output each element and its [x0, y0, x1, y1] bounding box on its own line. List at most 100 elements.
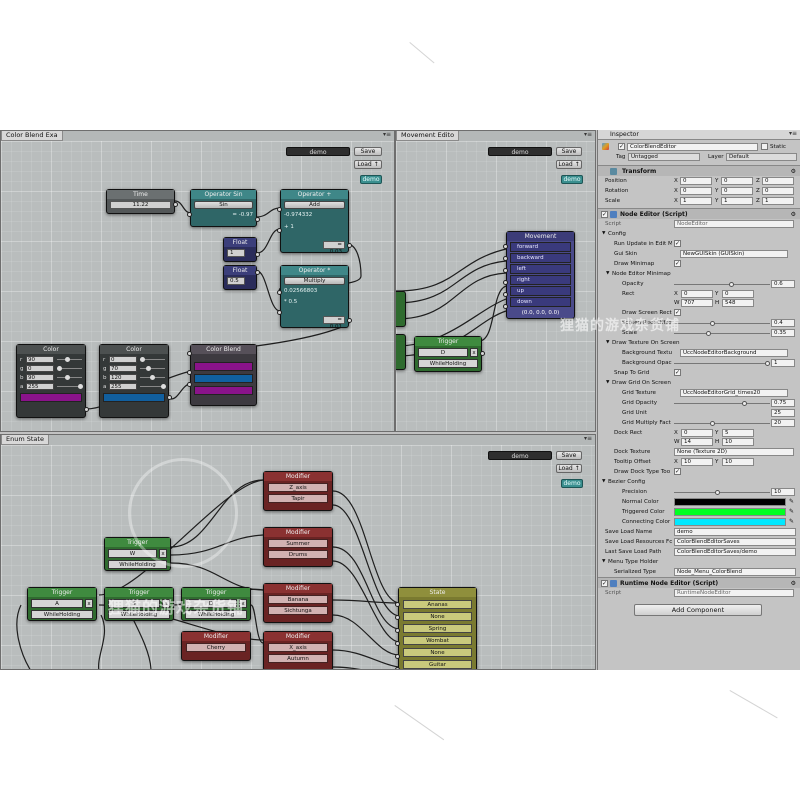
modifier-node-1[interactable]: Modifier Z_axis Tapir — [263, 471, 333, 511]
g-field[interactable]: 0 — [26, 365, 54, 372]
key-field[interactable]: D — [418, 348, 468, 357]
modifier-option[interactable]: Banana — [268, 595, 328, 604]
b-field[interactable]: 90 — [26, 374, 54, 381]
transform-y-field[interactable]: 0 — [721, 187, 753, 195]
input-port[interactable] — [503, 304, 508, 309]
eyedropper-icon[interactable]: ✎ — [789, 507, 794, 517]
slider-thumb[interactable] — [714, 490, 720, 495]
save-name-field[interactable]: demo — [488, 147, 552, 156]
output-port[interactable] — [347, 243, 352, 248]
slider-thumb[interactable] — [705, 331, 711, 336]
a-field[interactable]: 255 — [109, 383, 137, 390]
b-field[interactable]: 120 — [109, 374, 137, 381]
tag-dropdown[interactable]: Untagged — [628, 153, 700, 161]
state-option[interactable]: Guitar — [403, 660, 472, 669]
mode-dropdown[interactable]: WhileHolding — [31, 610, 93, 619]
rect-tooltip_y-field[interactable]: 10 — [722, 458, 754, 466]
save-button[interactable]: Save — [556, 451, 582, 460]
time-value[interactable]: 11.22 — [110, 201, 171, 209]
input-port[interactable] — [395, 641, 400, 646]
output-port[interactable] — [255, 217, 260, 222]
input-port[interactable] — [395, 667, 400, 669]
movement-tab[interactable]: Movement Edito — [396, 131, 460, 141]
g-slider[interactable] — [57, 366, 82, 371]
color-node-2[interactable]: Color r0 g 70 b 120 a 255 — [99, 344, 172, 418]
output-port[interactable] — [167, 395, 172, 400]
g-slider[interactable] — [140, 366, 165, 371]
demo-button[interactable]: demo — [561, 479, 583, 488]
rect-dock_w-field[interactable]: 14 — [681, 438, 713, 446]
trigger-node-clipped-2[interactable] — [396, 334, 406, 370]
input-port[interactable] — [503, 244, 508, 249]
eyedropper-icon[interactable]: ✎ — [789, 517, 794, 527]
transform-x-field[interactable]: 1 — [680, 197, 712, 205]
slider-thumb[interactable] — [728, 282, 734, 287]
trigger-node-clipped-1[interactable] — [396, 291, 406, 327]
output-port[interactable] — [480, 351, 485, 356]
layer-dropdown[interactable]: Default — [726, 153, 797, 161]
movement-input-row[interactable]: right — [510, 275, 571, 285]
trigger-node-a[interactable]: Trigger A x WhileHolding — [27, 587, 97, 621]
eyedropper-icon[interactable]: ✎ — [789, 497, 794, 507]
demo-button[interactable]: demo — [561, 175, 583, 184]
movement-input-row[interactable]: up — [510, 286, 571, 296]
operator-sin-node[interactable]: Operator Sin Sin = -0.97 — [187, 189, 260, 227]
window-menu-icon[interactable]: ▾≡ — [584, 131, 592, 139]
modifier-node-4[interactable]: Modifier Cherry — [181, 631, 251, 661]
r-slider[interactable] — [140, 357, 165, 362]
rect-dock_h-field[interactable]: 10 — [722, 438, 754, 446]
foldout-label[interactable]: Draw Texture On Screen — [612, 338, 680, 348]
save-button[interactable]: Save — [556, 147, 582, 156]
state-option[interactable]: None — [403, 648, 472, 657]
rect-dock_y-field[interactable]: 5 — [722, 429, 754, 437]
value-field[interactable]: demo — [674, 528, 796, 536]
transform-z-field[interactable]: 0 — [762, 177, 794, 185]
output-port[interactable] — [255, 252, 260, 257]
state-option[interactable]: Spring — [403, 624, 472, 633]
modifier-option[interactable]: Tapir — [268, 494, 328, 503]
value-field[interactable]: 1 — [771, 359, 795, 367]
input-port[interactable] — [395, 654, 400, 659]
a-field[interactable]: 255 — [26, 383, 54, 390]
function-button[interactable]: Sin — [194, 201, 253, 209]
add-component-button[interactable]: Add Component — [634, 604, 762, 616]
slider-thumb[interactable] — [742, 401, 748, 406]
a-slider[interactable] — [57, 384, 83, 389]
modifier-option[interactable]: Autumn — [268, 654, 328, 663]
value-field[interactable]: NewGUISkin (GUISkin) — [680, 250, 788, 258]
modifier-option[interactable]: Summer — [268, 539, 328, 548]
value-slider[interactable] — [674, 490, 770, 495]
input-port[interactable] — [187, 212, 192, 217]
foldout-arrow-icon[interactable]: ▼ — [602, 229, 605, 239]
output-port[interactable] — [84, 407, 89, 412]
foldout-arrow-icon[interactable]: ▼ — [606, 269, 609, 279]
value-slider[interactable] — [674, 401, 770, 406]
output-port[interactable] — [255, 270, 260, 275]
runtime-enabled[interactable]: ✓ — [601, 580, 608, 587]
state-option[interactable]: Ananas — [403, 600, 472, 609]
value-field[interactable]: 10 — [771, 488, 795, 496]
input-port-b[interactable] — [277, 228, 282, 233]
foldout-label[interactable]: Menu Type Holder — [608, 557, 658, 567]
transform-z-field[interactable]: 1 — [762, 197, 794, 205]
window-menu-icon[interactable]: ▾≡ — [383, 131, 391, 139]
transform-x-field[interactable]: 0 — [680, 187, 712, 195]
save-name-field[interactable]: demo — [488, 451, 552, 460]
g-field[interactable]: 70 — [109, 365, 137, 372]
input-port[interactable] — [503, 268, 508, 273]
value-field[interactable]: NodeEditor — [674, 220, 794, 228]
operator-multiply-node[interactable]: Operator * Multiply 0.02566803 * 0.5 = 0… — [277, 265, 352, 330]
rect-rect_x-field[interactable]: 0 — [681, 290, 713, 298]
slider-thumb[interactable] — [710, 421, 716, 426]
transform-y-field[interactable]: 0 — [721, 177, 753, 185]
r-field[interactable]: 90 — [26, 356, 54, 363]
runtime-header[interactable]: ✓ Runtime Node Editor (Script) ⚙ — [598, 577, 800, 588]
operator-add-node[interactable]: Operator + Add -0.974332 + 1 = 0.03 — [277, 189, 352, 255]
modifier-option[interactable]: X_axis — [268, 643, 328, 652]
trigger-node-move[interactable]: Trigger D x WhileHolding — [414, 336, 485, 372]
transform-header[interactable]: Transform ⚙ — [598, 165, 800, 176]
static-checkbox[interactable] — [761, 143, 768, 150]
time-node[interactable]: Time 11.22 — [106, 189, 178, 214]
value-field[interactable]: UccNodeEditorBackground — [680, 349, 788, 357]
b-slider[interactable] — [57, 375, 82, 380]
